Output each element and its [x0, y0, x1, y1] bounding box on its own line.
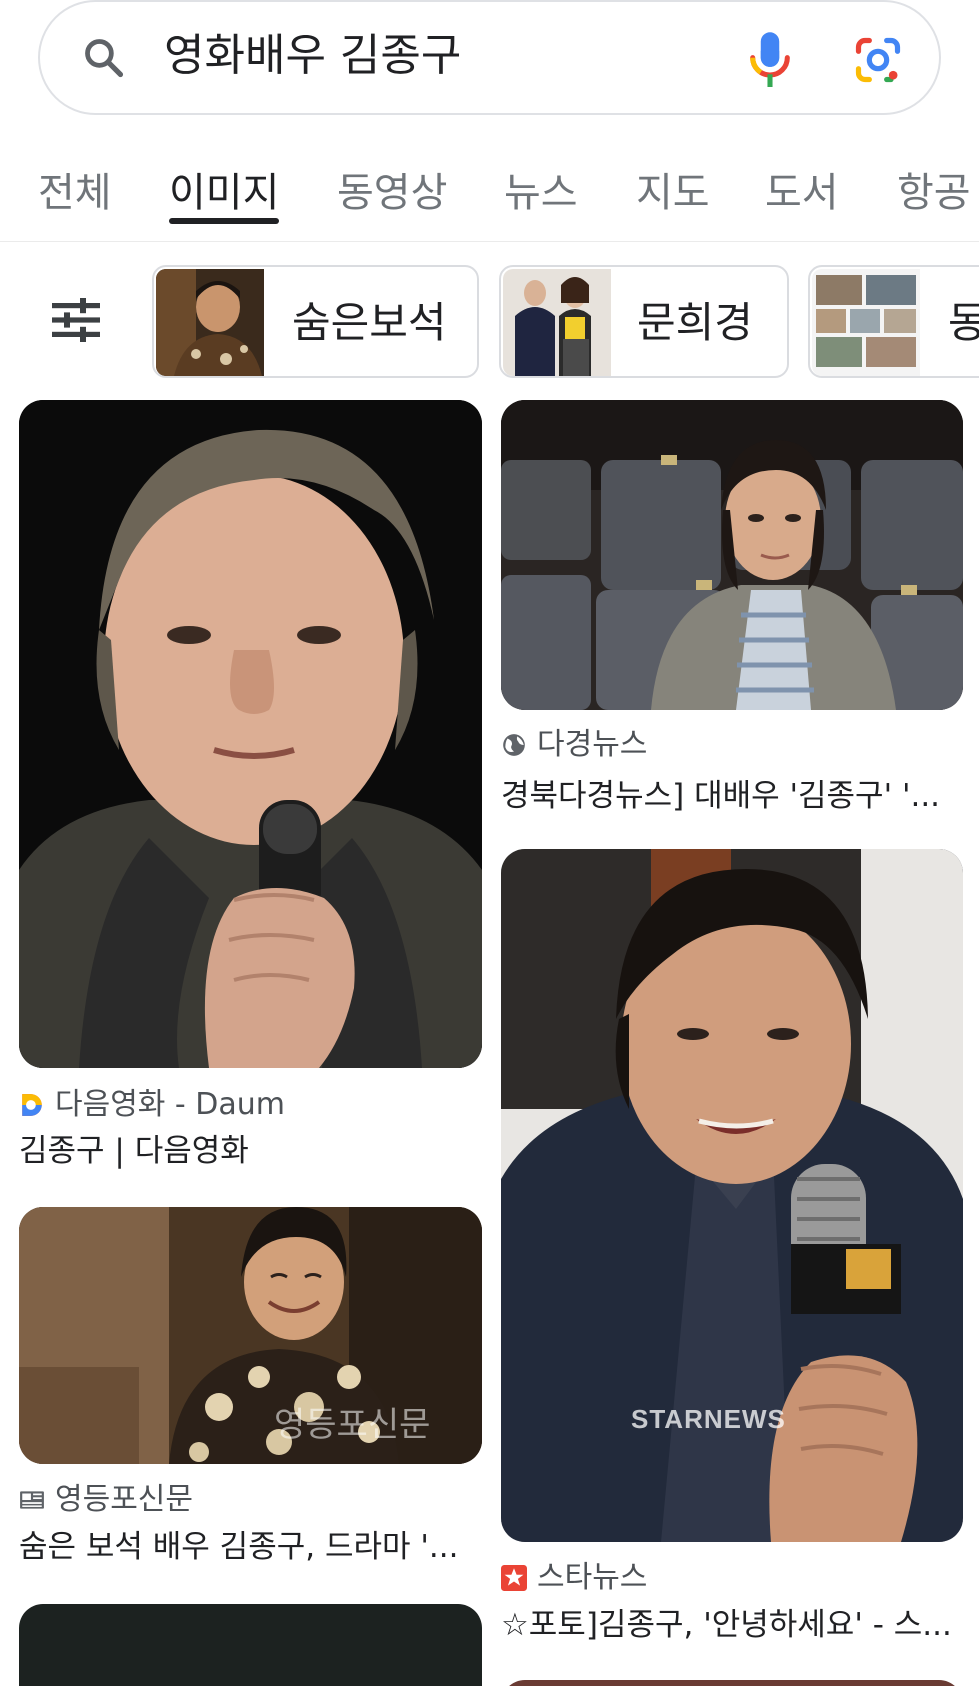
image-watermark: 영등포신문	[274, 1405, 431, 1445]
tab-all[interactable]: 전체	[38, 166, 112, 220]
source-label: 다경뉴스	[537, 727, 648, 762]
chip-thumbnail	[503, 269, 611, 376]
filter-chip-moon-heekyung[interactable]: 문희경	[499, 265, 789, 378]
tab-flights[interactable]: 항공	[897, 166, 971, 220]
tab-books[interactable]: 도서	[765, 166, 839, 220]
result-source[interactable]: 영등포신문	[19, 1480, 193, 1520]
search-bar[interactable]: 영화배우 김종구	[38, 0, 941, 115]
tab-videos[interactable]: 동영상	[337, 166, 447, 220]
source-label: 다음영화 - Daum	[55, 1087, 286, 1122]
chip-thumbnail	[156, 269, 264, 376]
globe-icon	[503, 734, 525, 756]
chip-thumbnail	[812, 269, 920, 376]
result-title[interactable]: ☆포토]김종구, '안녕하세요' - 스...	[501, 1604, 963, 1646]
image-watermark: STARNEWS	[631, 1404, 786, 1434]
result-source[interactable]: 다경뉴스	[501, 725, 647, 765]
result-image[interactable]	[19, 400, 482, 1068]
chip-label: 동	[948, 293, 979, 353]
tune-icon[interactable]	[52, 298, 100, 342]
result-thumbnail	[19, 400, 482, 1068]
daum-logo-icon	[22, 1094, 42, 1116]
tab-news[interactable]: 뉴스	[504, 166, 578, 220]
source-label: 영등포신문	[55, 1482, 193, 1517]
chip-label: 숨은보석	[292, 298, 447, 347]
result-image[interactable]: 영등포신문	[19, 1207, 482, 1464]
tab-maps[interactable]: 지도	[636, 166, 710, 220]
active-tab-indicator	[169, 218, 279, 224]
result-image[interactable]: STARNEWS	[501, 849, 963, 1542]
result-source[interactable]: 다음영화 - Daum	[19, 1085, 285, 1125]
result-title[interactable]: 숨은 보석 배우 김종구, 드라마 '...	[19, 1526, 482, 1568]
search-input[interactable]: 영화배우 김종구	[164, 26, 461, 86]
filter-chip-more[interactable]: 동	[808, 265, 979, 378]
result-title[interactable]: 경북다경뉴스] 대배우 '김종구' '...	[501, 775, 963, 817]
result-title[interactable]: 김종구 | 다음영화	[19, 1130, 482, 1172]
search-tabs: 전체 이미지 동영상 뉴스 지도 도서 항공	[0, 160, 979, 242]
result-image[interactable]	[501, 400, 963, 710]
result-thumbnail	[501, 400, 963, 710]
filter-chip-hidden-gem[interactable]: 숨은보석	[152, 265, 479, 378]
result-source[interactable]: 스타뉴스	[501, 1558, 647, 1598]
newspaper-icon	[20, 1491, 44, 1509]
mic-icon[interactable]	[742, 30, 798, 90]
result-image[interactable]	[501, 1680, 963, 1686]
result-image[interactable]	[19, 1604, 482, 1686]
tab-images[interactable]: 이미지	[169, 166, 279, 220]
chip-label: 문희경	[637, 298, 753, 347]
starnews-logo-icon	[501, 1565, 527, 1591]
result-thumbnail	[501, 849, 963, 1542]
google-lens-icon[interactable]	[852, 34, 904, 86]
search-icon[interactable]	[82, 36, 126, 80]
source-label: 스타뉴스	[537, 1560, 648, 1595]
